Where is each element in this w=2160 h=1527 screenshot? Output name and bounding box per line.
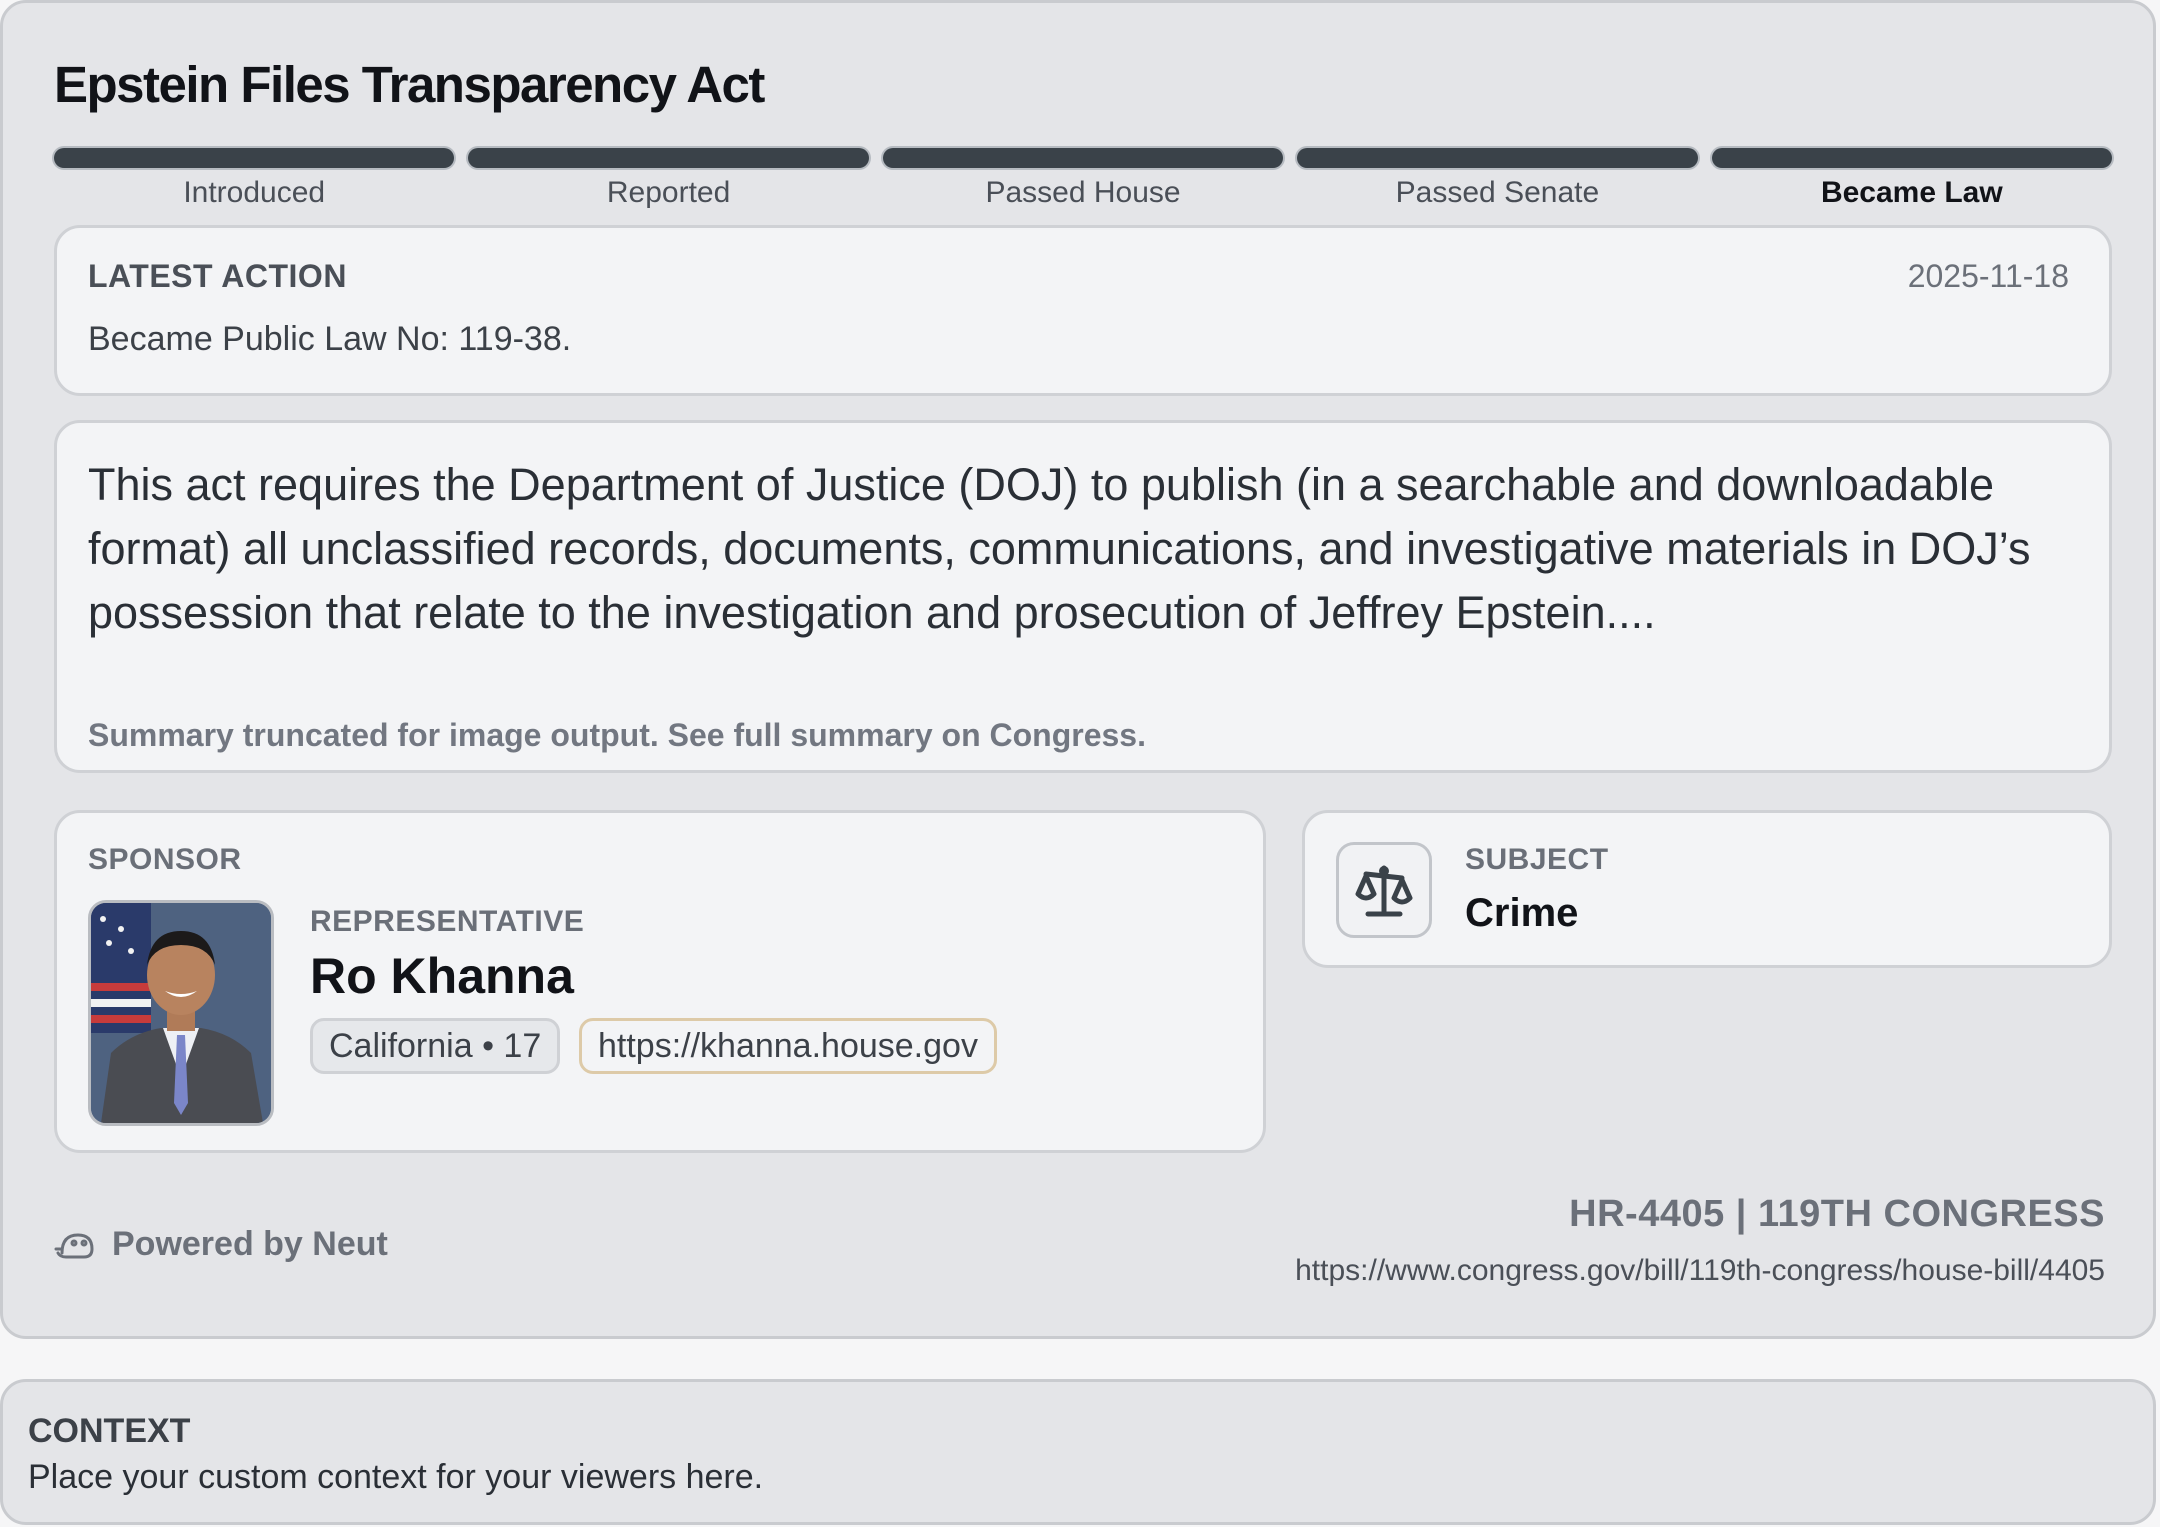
latest-action-date: 2025-11-18: [1907, 258, 2069, 294]
summary-text: This act requires the Department of Just…: [88, 459, 2031, 638]
bill-id: HR-4405 | 119TH CONGRESS: [1569, 1193, 2105, 1235]
sponsor-panel: SPONSOR REPRESENTATIVE Ro Khanna Califor…: [54, 810, 1266, 1153]
sponsor-heading: SPONSOR: [88, 843, 242, 876]
stage-label: Passed Senate: [1395, 176, 1600, 209]
bill-url-link[interactable]: https://www.congress.gov/bill/119th-cong…: [1295, 1254, 2105, 1288]
context-panel: CONTEXT Place your custom context for yo…: [0, 1379, 2156, 1525]
sponsor-portrait: [91, 903, 271, 1123]
stage-reported: Reported: [468, 148, 869, 210]
latest-action-panel: LATEST ACTION 2025-11-18 Became Public L…: [54, 225, 2112, 396]
sponsor-name: Ro Khanna: [310, 948, 574, 1004]
stage-bar: [468, 148, 869, 168]
stage-became-law: Became Law: [1711, 148, 2113, 210]
stage-passed-senate: Passed Senate: [1297, 148, 1698, 210]
stage-bar: [1297, 148, 1698, 168]
stage-bar: [1711, 148, 2113, 168]
neut-logo-icon: [54, 1233, 94, 1258]
powered-by-text: Powered by Neut: [112, 1225, 388, 1263]
latest-action-text: Became Public Law No: 119-38.: [88, 320, 572, 358]
sponsor-website-link[interactable]: https://khanna.house.gov: [579, 1018, 997, 1074]
stage-passed-house: Passed House: [882, 148, 1284, 210]
stage-label: Passed House: [985, 176, 1181, 209]
stage-label: Became Law: [1820, 176, 2003, 209]
sponsor-photo: [88, 900, 274, 1126]
sponsor-role: REPRESENTATIVE: [310, 905, 585, 938]
context-text: Place your custom context for your viewe…: [28, 1458, 764, 1496]
progress-tracker: Introduced Reported Passed House Passed …: [54, 148, 2113, 210]
bill-title: Epstein Files Transparency Act: [54, 56, 765, 113]
stage-label: Reported: [606, 176, 731, 209]
summary-note: Summary truncated for image output. See …: [88, 717, 1146, 753]
context-heading: CONTEXT: [28, 1412, 191, 1450]
subject-panel: SUBJECT Crime: [1302, 810, 2112, 968]
stage-bar: [882, 148, 1284, 168]
sponsor-district-chip: California • 17: [310, 1018, 561, 1074]
latest-action-heading: LATEST ACTION: [88, 258, 347, 294]
subject-value: Crime: [1465, 891, 1579, 935]
bill-card: Epstein Files Transparency Act Introduce…: [0, 0, 2156, 1339]
stage-bar: [54, 148, 455, 168]
scales-icon-graphic: [1355, 865, 1413, 917]
summary-panel: This act requires the Department of Just…: [54, 420, 2112, 773]
scales-icon: [1336, 842, 1432, 938]
stage-label: Introduced: [183, 176, 326, 209]
stage-introduced: Introduced: [54, 148, 455, 210]
subject-heading: SUBJECT: [1465, 843, 1609, 876]
powered-by: Powered by Neut: [54, 1225, 388, 1264]
